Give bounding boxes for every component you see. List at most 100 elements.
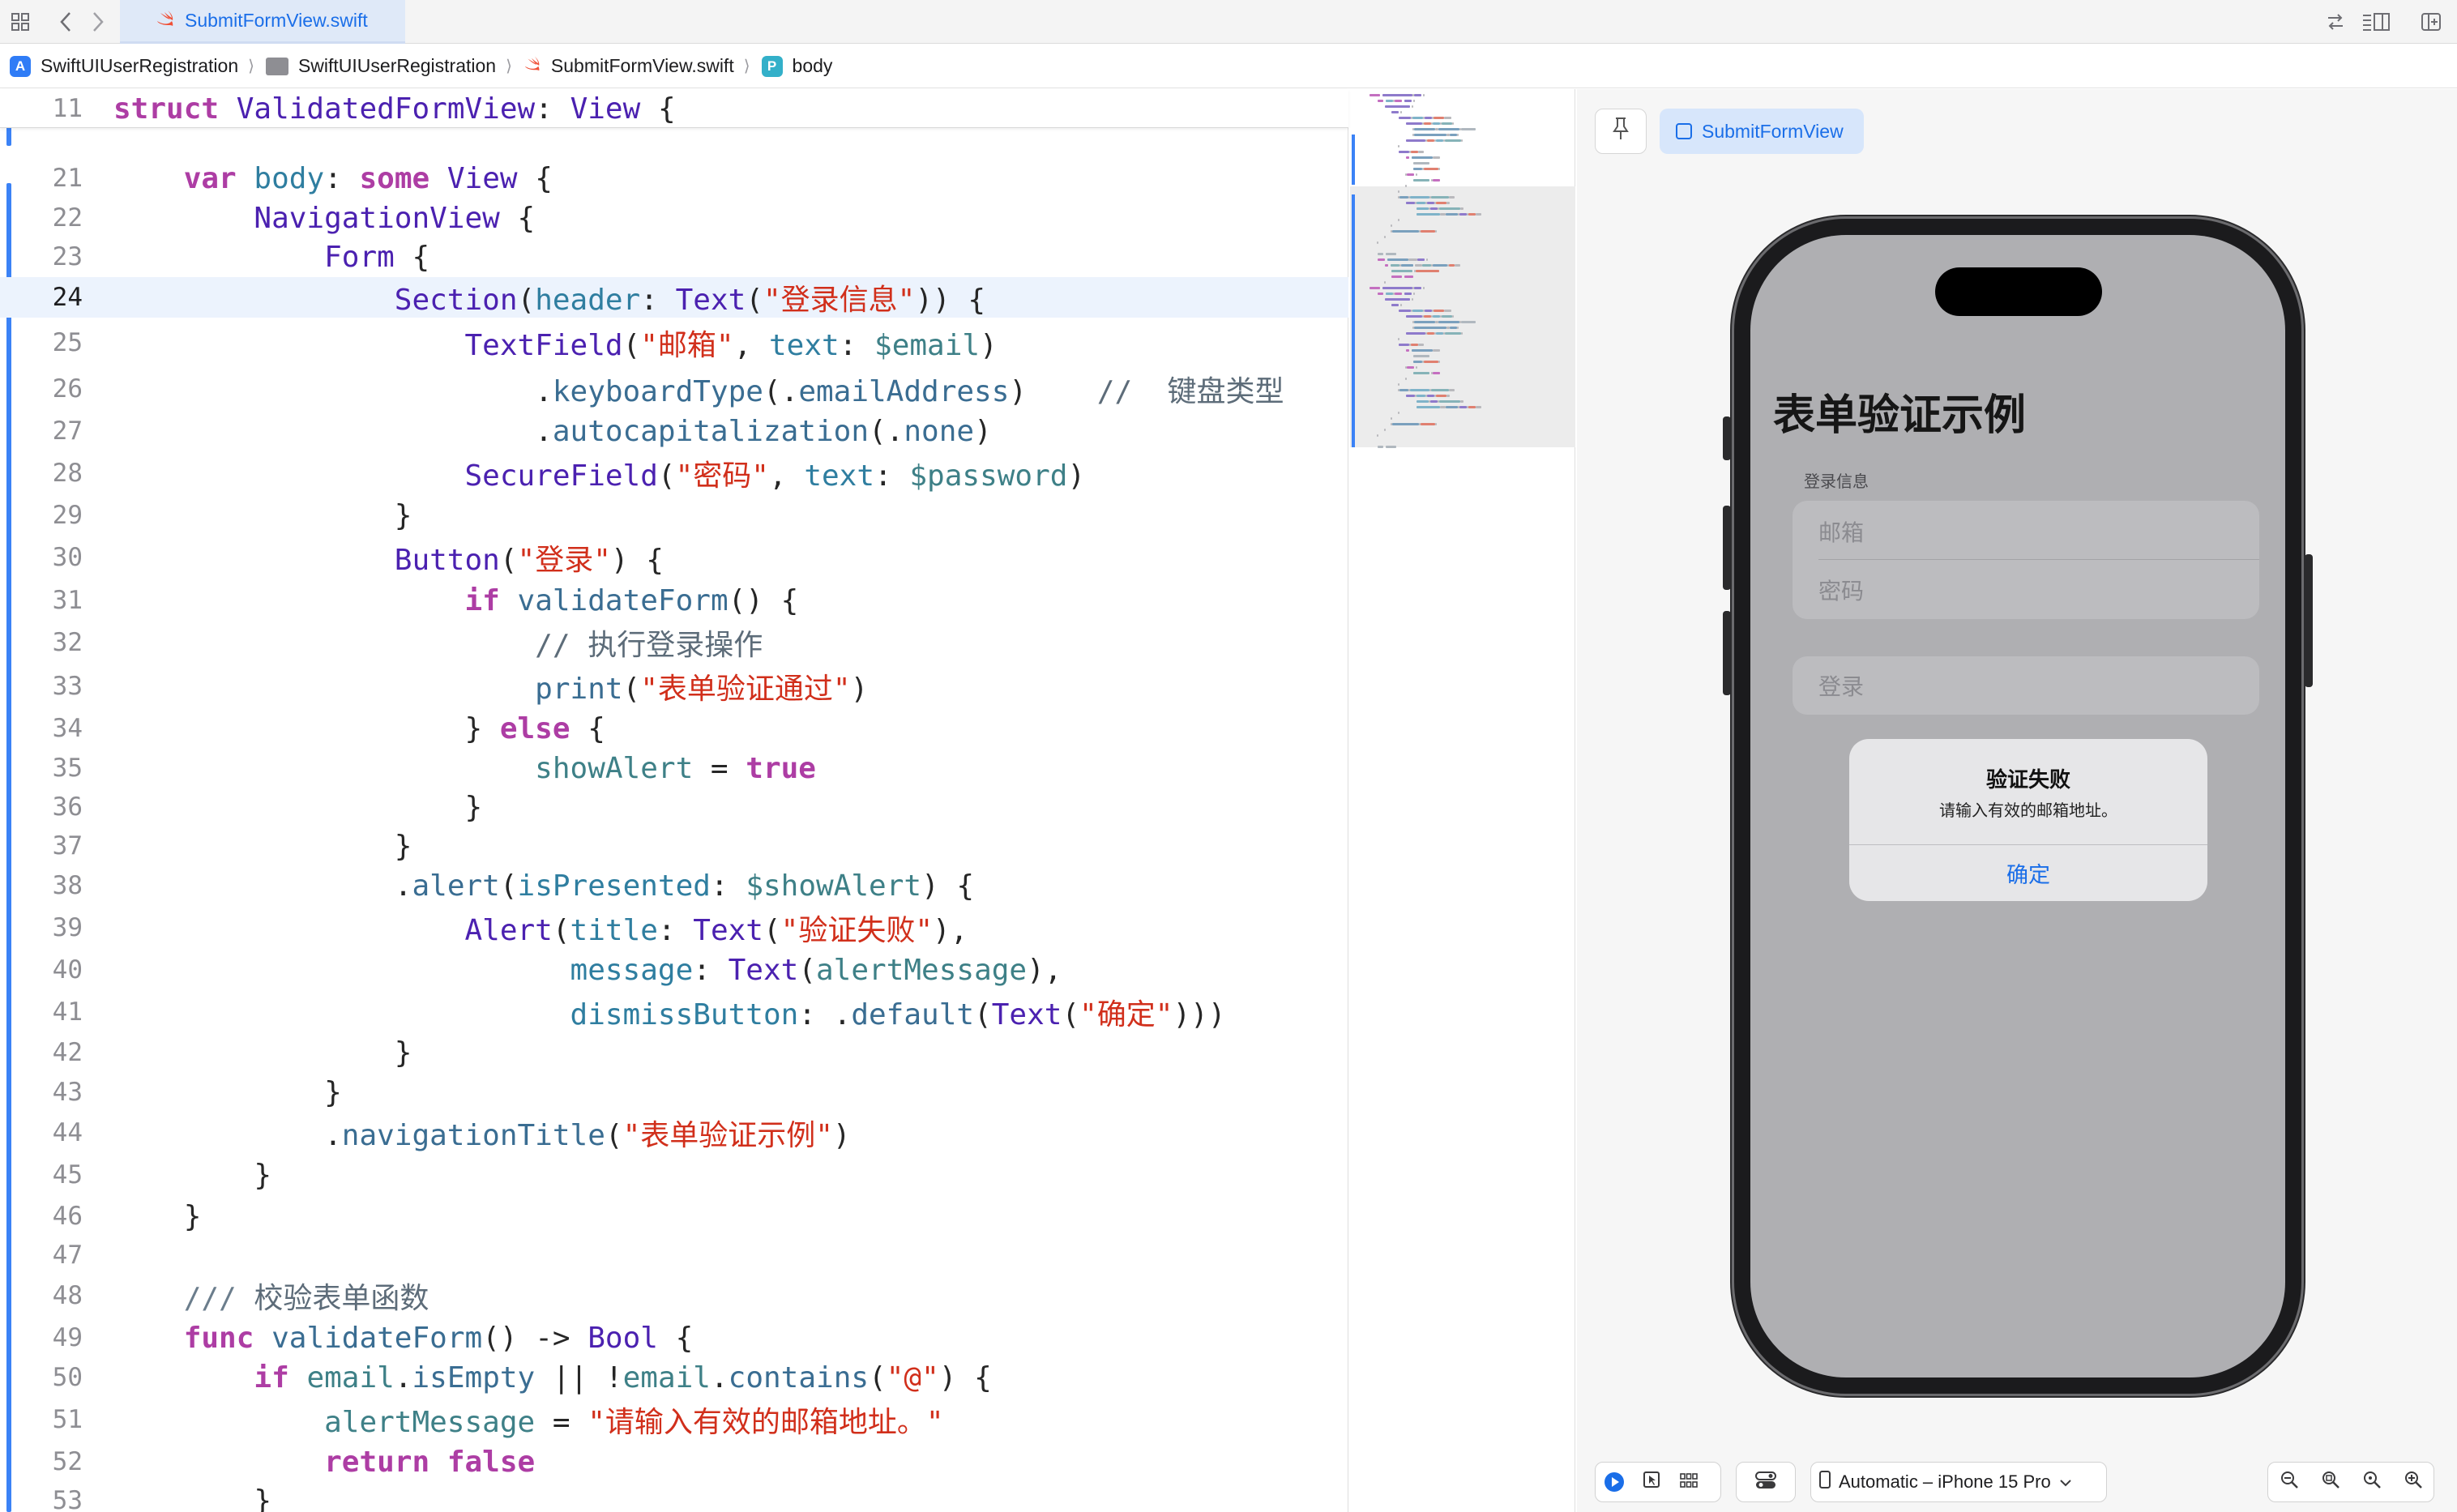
code-line[interactable]: 26 .keyboardType(.emailAddress) // 键盘类型 xyxy=(0,369,1348,409)
sticky-scope-header[interactable]: 11 struct ValidatedFormView: View { xyxy=(0,89,1348,128)
zoom-out-button[interactable] xyxy=(2271,1463,2308,1501)
code-line[interactable]: 37 } xyxy=(0,826,1348,866)
login-button[interactable]: 登录 xyxy=(1793,656,2259,715)
code-text: showAlert = true xyxy=(535,751,816,785)
add-editor-icon[interactable] xyxy=(2415,6,2447,37)
minimap-code-bar xyxy=(1395,100,1402,102)
code-line[interactable]: 32 // 执行登录操作 xyxy=(0,622,1348,663)
live-preview-button[interactable] xyxy=(1596,1463,1633,1501)
code-line[interactable]: 23 Form { xyxy=(0,237,1348,277)
preview-selector-chip[interactable]: SubmitFormView xyxy=(1660,109,1864,154)
minimap-code-bar xyxy=(1450,134,1457,136)
email-field[interactable]: 邮箱 xyxy=(1818,515,1864,548)
code-line[interactable]: 11 struct ValidatedFormView: View { xyxy=(0,89,1348,128)
minimap-code-bar xyxy=(1449,264,1455,267)
code-line[interactable]: 39 Alert(title: Text("验证失败"), xyxy=(0,908,1348,948)
tab-submitformview[interactable]: SubmitFormView.swift xyxy=(120,0,405,44)
code-line[interactable]: 41 dismissButton: .default(Text("确定"))) xyxy=(0,992,1348,1032)
breadcrumb-symbol[interactable]: P body xyxy=(761,55,832,77)
code-line[interactable]: 51 alertMessage = "请输入有效的邮箱地址。" xyxy=(0,1399,1348,1440)
forward-chevron-icon[interactable] xyxy=(84,6,112,37)
code-line[interactable]: 36 } xyxy=(0,787,1348,827)
code-line[interactable]: 28 SecureField("密码", text: $password) xyxy=(0,453,1348,493)
back-chevron-icon[interactable] xyxy=(52,6,79,37)
folder-icon xyxy=(265,57,288,75)
minimap-code-bar xyxy=(1415,264,1422,267)
code-line[interactable]: 21 var body: some View { xyxy=(0,158,1348,199)
code-line[interactable]: 31 if validateForm() { xyxy=(0,580,1348,621)
pin-preview-button[interactable] xyxy=(1595,109,1647,154)
code-line[interactable]: 53 } xyxy=(0,1480,1348,1512)
volume-down-button xyxy=(1723,611,1731,695)
minimap-code-bar xyxy=(1440,406,1446,408)
code-line[interactable]: 34 } else { xyxy=(0,708,1348,749)
code-line[interactable]: 52 return false xyxy=(0,1442,1348,1482)
minimap-code-bar xyxy=(1449,389,1455,391)
alert-title: 验证失败 xyxy=(1985,767,2070,792)
selectable-mode-button[interactable] xyxy=(1633,1463,1670,1501)
code-line[interactable]: 33 print("表单验证通过") xyxy=(0,666,1348,707)
minimap-code-bar xyxy=(1391,111,1399,113)
code-line[interactable]: 40 message: Text(alertMessage), xyxy=(0,950,1348,990)
minimap-code-bar xyxy=(1400,111,1402,113)
minimap-code-bar xyxy=(1399,151,1409,153)
minimap-code-bar xyxy=(1446,202,1450,204)
code-line[interactable]: 50 if email.isEmpty || !email.contains("… xyxy=(0,1357,1348,1398)
inspector-layout-icon[interactable] xyxy=(2358,6,2394,37)
minimap[interactable] xyxy=(1350,89,1575,1512)
alert-confirm-button[interactable]: 确定 xyxy=(1849,844,2207,901)
zoom-actual-size-button[interactable] xyxy=(2353,1463,2391,1501)
code-line[interactable]: 46 } xyxy=(0,1196,1348,1237)
breadcrumb-project[interactable]: A SwiftUIUserRegistration xyxy=(10,55,238,77)
breadcrumb-file[interactable]: SubmitFormView.swift xyxy=(523,55,734,77)
minimap-code-bar xyxy=(1417,395,1425,397)
code-editor[interactable]: 11 struct ValidatedFormView: View { 21 v… xyxy=(0,89,1348,1512)
minimap-code-bar xyxy=(1430,207,1438,210)
play-icon xyxy=(1605,1472,1624,1492)
code-line[interactable]: 45 } xyxy=(0,1155,1348,1195)
minimap-code-bar xyxy=(1452,122,1454,125)
swap-icon[interactable] xyxy=(2319,6,2352,37)
minimap-code-bar xyxy=(1468,213,1476,216)
code-line[interactable]: 35 showAlert = true xyxy=(0,748,1348,788)
code-line[interactable]: 27 .autocapitalization(.none) xyxy=(0,411,1348,451)
code-line[interactable]: 43 } xyxy=(0,1072,1348,1113)
zoom-in-button[interactable] xyxy=(2395,1463,2432,1501)
zoom-to-fit-button[interactable] xyxy=(2312,1463,2349,1501)
code-text: Form { xyxy=(324,240,430,274)
minimap-code-bar xyxy=(1421,423,1435,425)
minimap-change-marker xyxy=(1352,399,1355,405)
variants-button[interactable] xyxy=(1670,1463,1707,1501)
minimap-code-bar xyxy=(1476,213,1481,216)
minimap-code-bar xyxy=(1382,94,1412,96)
minimap-code-bar xyxy=(1377,434,1378,437)
device-picker[interactable]: Automatic – iPhone 15 Pro xyxy=(1810,1462,2107,1502)
code-line[interactable]: 24 Section(header: Text("登录信息")) { xyxy=(0,277,1348,318)
line-number: 52 xyxy=(52,1447,83,1476)
code-line[interactable]: 25 TextField("邮箱", text: $email) xyxy=(0,322,1348,363)
code-line[interactable]: 22 NavigationView { xyxy=(0,198,1348,238)
code-text: .autocapitalization(.none) xyxy=(113,414,992,448)
device-settings-button[interactable] xyxy=(1736,1462,1796,1502)
code-line[interactable]: 38 .alert(isPresented: $showAlert) { xyxy=(0,865,1348,906)
code-line[interactable]: 44 .navigationTitle("表单验证示例") xyxy=(0,1113,1348,1153)
code-line[interactable]: 47 xyxy=(0,1235,1348,1275)
minimap-code-bar xyxy=(1440,213,1446,216)
code-line[interactable]: 30 Button("登录") { xyxy=(0,537,1348,578)
minimap-code-bar xyxy=(1446,395,1450,397)
grid-icon[interactable] xyxy=(5,6,36,37)
minimap-code-bar xyxy=(1460,207,1464,210)
minimap-code-bar xyxy=(1386,446,1396,448)
code-line[interactable]: 29 } xyxy=(0,495,1348,536)
breadcrumb-folder-label: SwiftUIUserRegistration xyxy=(297,55,497,76)
code-line[interactable]: 48 /// 校验表单函数 xyxy=(0,1275,1348,1316)
breadcrumb-folder[interactable]: SwiftUIUserRegistration xyxy=(265,55,497,77)
preview-icon xyxy=(1676,123,1692,139)
code-text: } xyxy=(113,1075,342,1109)
password-field[interactable]: 密码 xyxy=(1818,574,1864,606)
action-button xyxy=(1723,416,1731,460)
code-line[interactable]: 49 func validateForm() -> Bool { xyxy=(0,1318,1348,1358)
minimap-code-bar xyxy=(1442,122,1452,125)
minimap-code-bar xyxy=(1431,389,1449,391)
code-line[interactable]: 42 } xyxy=(0,1032,1348,1073)
